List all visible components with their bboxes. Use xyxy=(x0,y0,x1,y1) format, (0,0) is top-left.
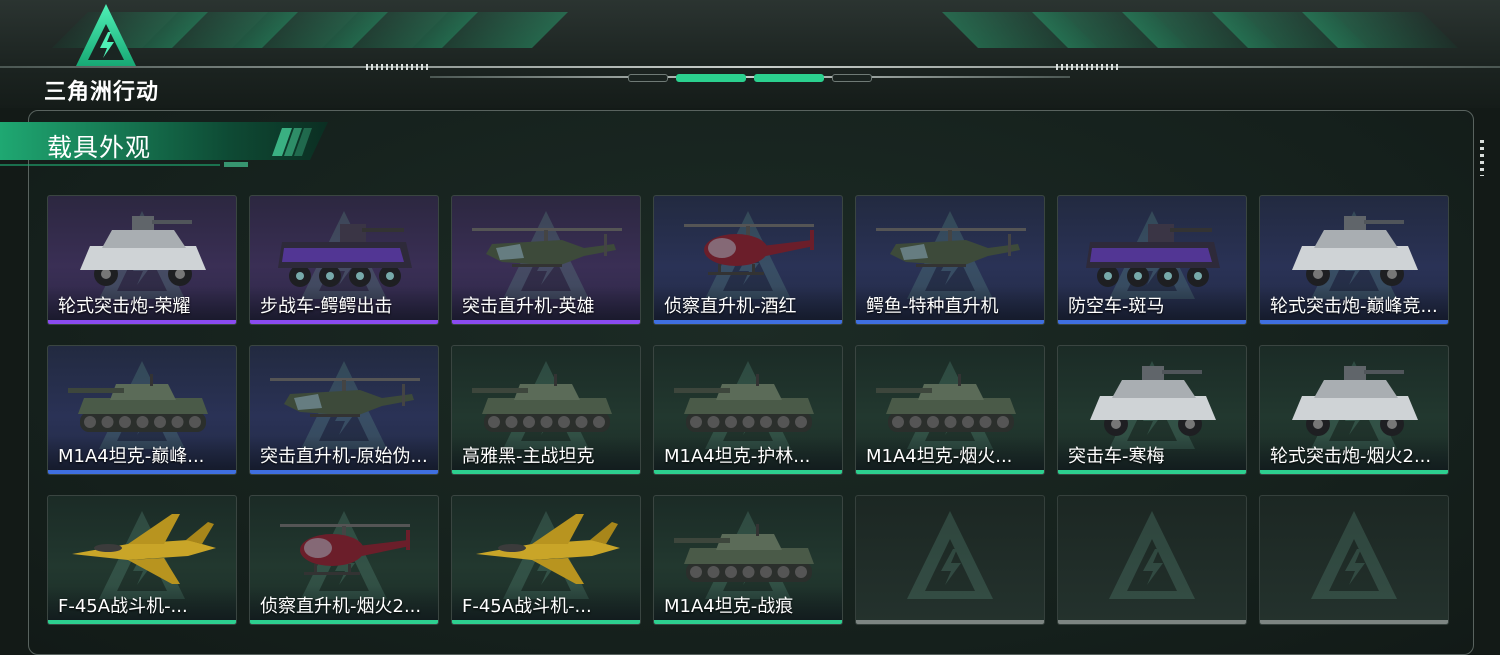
ifv-icon xyxy=(1078,204,1228,294)
rarity-bar xyxy=(1058,470,1246,474)
tank-icon xyxy=(472,354,622,444)
rarity-bar xyxy=(856,320,1044,324)
rarity-bar xyxy=(1260,320,1448,324)
logo-text: 三角洲行动 xyxy=(44,80,160,105)
rarity-bar xyxy=(250,620,438,624)
attack-helicopter-icon xyxy=(270,354,420,444)
armored-car-icon xyxy=(1280,204,1430,294)
vehicle-grid: 轮式突击炮-荣耀 步战车-鳄鳄出击 突击直升机-英雄 侦察直升机-酒红 鳄鱼-特种直升机… xyxy=(47,195,1451,627)
top-header xyxy=(0,0,1500,108)
fighter-jet-icon xyxy=(472,504,622,594)
vehicle-skin-card[interactable]: 轮式突击炮-巅峰竞... xyxy=(1259,195,1449,325)
vehicle-skin-name: 步战车-鳄鳄出击 xyxy=(260,296,393,317)
rarity-bar xyxy=(1058,620,1246,624)
vehicle-skin-name: 防空车-斑马 xyxy=(1068,296,1165,317)
vehicle-skin-name: F-45A战斗机-... xyxy=(462,596,592,617)
delta-watermark-icon xyxy=(1311,510,1397,599)
header-dots xyxy=(1056,64,1120,70)
empty-vehicle-slot[interactable] xyxy=(1259,495,1449,625)
vehicle-skin-name: M1A4坦克-战痕 xyxy=(664,596,794,617)
vehicle-skin-card[interactable]: F-45A战斗机-... xyxy=(47,495,237,625)
vehicle-skin-name: 侦察直升机-酒红 xyxy=(664,296,797,317)
tank-icon xyxy=(674,354,824,444)
attack-helicopter-icon xyxy=(472,204,622,294)
vehicle-skin-name: 侦察直升机-烟火2... xyxy=(260,596,422,617)
vehicle-skin-name: M1A4坦克-巅峰... xyxy=(58,446,205,467)
rarity-bar xyxy=(654,320,842,324)
scout-helicopter-icon xyxy=(270,504,420,594)
game-logo: 三角洲行动 xyxy=(44,2,184,105)
tank-icon xyxy=(876,354,1026,444)
rarity-bar xyxy=(452,620,640,624)
vehicle-skin-card[interactable]: 突击直升机-英雄 xyxy=(451,195,641,325)
rarity-bar xyxy=(48,470,236,474)
delta-watermark-icon xyxy=(1109,510,1195,599)
delta-logo-icon xyxy=(76,4,136,66)
vehicle-skin-name: 高雅黑-主战坦克 xyxy=(462,446,595,467)
rarity-bar xyxy=(250,470,438,474)
vehicle-skin-name: 突击直升机-原始伪... xyxy=(260,446,428,467)
rarity-bar xyxy=(1260,470,1448,474)
vehicle-skin-name: 突击车-寒梅 xyxy=(1068,446,1165,467)
vehicle-skin-name: 轮式突击炮-烟火2... xyxy=(1270,446,1432,467)
vehicle-skin-name: F-45A战斗机-... xyxy=(58,596,188,617)
vehicle-skin-card[interactable]: 侦察直升机-烟火2... xyxy=(249,495,439,625)
attack-helicopter-icon xyxy=(876,204,1026,294)
armored-car-icon xyxy=(1280,354,1430,444)
vehicle-skin-card[interactable]: M1A4坦克-巅峰... xyxy=(47,345,237,475)
rarity-bar xyxy=(1058,320,1246,324)
tank-icon xyxy=(674,504,824,594)
rarity-bar xyxy=(48,620,236,624)
scout-helicopter-icon xyxy=(674,204,824,294)
rarity-bar xyxy=(250,320,438,324)
panel-side-dots xyxy=(1480,140,1484,176)
vehicle-skin-card[interactable]: M1A4坦克-战痕 xyxy=(653,495,843,625)
vehicle-skin-name: 鳄鱼-特种直升机 xyxy=(866,296,999,317)
section-title: 载具外观 xyxy=(47,133,152,162)
rarity-bar xyxy=(654,470,842,474)
rarity-bar xyxy=(452,470,640,474)
vehicle-skin-card[interactable]: 防空车-斑马 xyxy=(1057,195,1247,325)
delta-watermark-icon xyxy=(907,510,993,599)
vehicle-skin-card[interactable]: 突击车-寒梅 xyxy=(1057,345,1247,475)
rarity-bar xyxy=(856,620,1044,624)
vehicle-skin-card[interactable]: 轮式突击炮-荣耀 xyxy=(47,195,237,325)
header-line xyxy=(0,66,1500,68)
vehicle-skin-card[interactable]: M1A4坦克-护林... xyxy=(653,345,843,475)
vehicle-skin-card[interactable]: 高雅黑-主战坦克 xyxy=(451,345,641,475)
empty-vehicle-slot[interactable] xyxy=(855,495,1045,625)
vehicle-skin-name: 突击直升机-英雄 xyxy=(462,296,595,317)
rarity-bar xyxy=(856,470,1044,474)
vehicle-skin-name: M1A4坦克-护林... xyxy=(664,446,811,467)
ifv-icon xyxy=(270,204,420,294)
header-dots xyxy=(366,64,430,70)
armored-car-icon xyxy=(1078,354,1228,444)
header-indicator xyxy=(610,72,890,84)
vehicle-skin-name: 轮式突击炮-荣耀 xyxy=(58,296,191,317)
vehicle-skin-card[interactable]: M1A4坦克-烟火... xyxy=(855,345,1045,475)
vehicle-skin-card[interactable]: 突击直升机-原始伪... xyxy=(249,345,439,475)
vehicle-skin-card[interactable]: F-45A战斗机-... xyxy=(451,495,641,625)
vehicle-skin-card[interactable]: 轮式突击炮-烟火2... xyxy=(1259,345,1449,475)
vehicle-skin-card[interactable]: 鳄鱼-特种直升机 xyxy=(855,195,1045,325)
vehicle-skin-name: M1A4坦克-烟火... xyxy=(866,446,1013,467)
empty-vehicle-slot[interactable] xyxy=(1057,495,1247,625)
vehicle-skin-name: 轮式突击炮-巅峰竞... xyxy=(1270,296,1438,317)
vehicle-skin-card[interactable]: 步战车-鳄鳄出击 xyxy=(249,195,439,325)
tank-icon xyxy=(68,354,218,444)
rarity-bar xyxy=(654,620,842,624)
armored-car-icon xyxy=(68,204,218,294)
rarity-bar xyxy=(1260,620,1448,624)
rarity-bar xyxy=(452,320,640,324)
fighter-jet-icon xyxy=(68,504,218,594)
vehicle-skin-card[interactable]: 侦察直升机-酒红 xyxy=(653,195,843,325)
rarity-bar xyxy=(48,320,236,324)
